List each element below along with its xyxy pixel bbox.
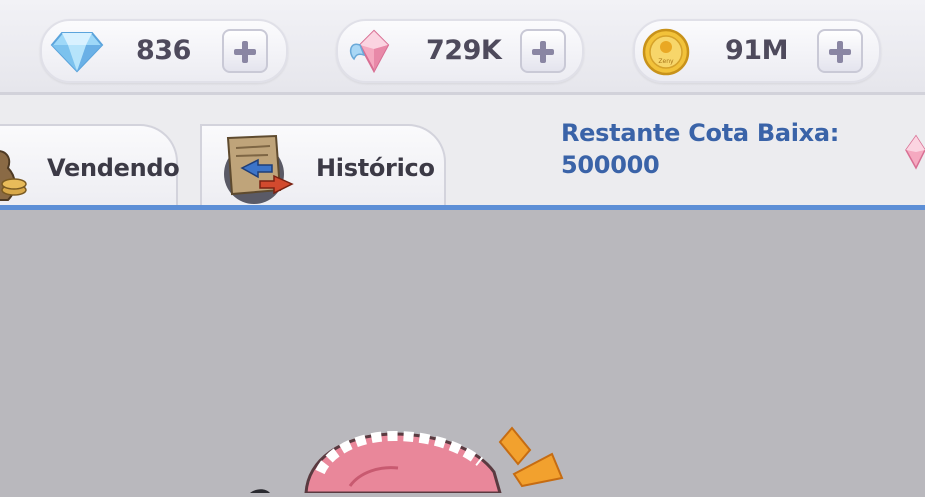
gold-coin-icon: Zeny [639,25,693,77]
game-scene [0,210,925,495]
add-crystal-button[interactable] [520,29,566,73]
money-bag-icon [0,138,32,208]
crystal-counter: 729K [336,19,584,83]
currency-bar: 836 729K Zeny 91M [0,0,925,95]
diamond-value: 836 [136,35,191,66]
add-gold-button[interactable] [817,29,863,73]
history-scroll-icon [214,130,298,206]
tab-selling[interactable]: Vendendo [0,124,180,208]
quota-label: Restante Cota Baixa: [561,119,840,147]
tab-history-label: Histórico [316,154,435,182]
character-head [250,430,502,495]
winged-crystal-icon [904,134,925,170]
winged-crystal-icon [344,25,398,77]
crystal-value: 729K [426,35,502,66]
coin-text: Zeny [658,58,674,65]
surprise-marks-icon [498,426,564,488]
add-diamond-button[interactable] [222,29,268,73]
quota-value: 500000 [561,151,660,179]
gold-counter: Zeny 91M [633,19,881,83]
quota-text: Restante Cota Baixa: 500000 [561,117,861,181]
diamond-icon [50,25,104,77]
diamond-counter: 836 [40,19,288,83]
tab-selling-label: Vendendo [47,154,180,182]
tab-history[interactable]: Histórico [200,124,446,208]
gold-value: 91M [725,35,788,66]
